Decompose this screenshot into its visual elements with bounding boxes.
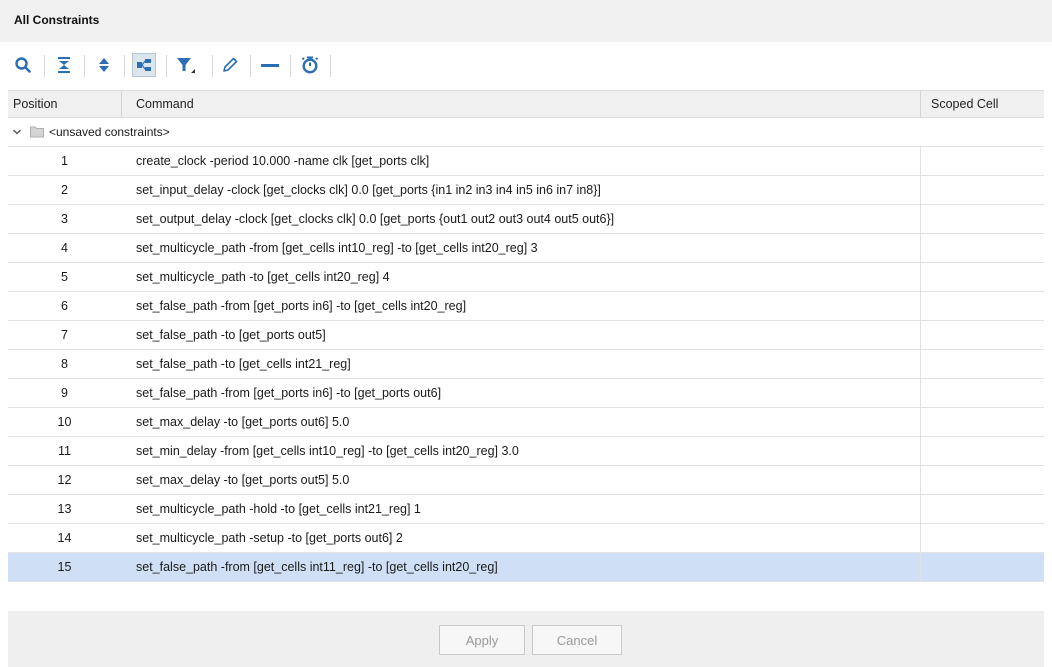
collapse-all-icon[interactable] — [52, 53, 76, 77]
expand-all-icon[interactable] — [92, 53, 116, 77]
table-row[interactable]: 14 set_multicycle_path -setup -to [get_po… — [8, 524, 1044, 553]
row-position: 11 — [58, 444, 71, 458]
table-row[interactable]: 10 set_max_delay -to [get_ports out6] 5.0 — [8, 408, 1044, 437]
row-command: set_false_path -to [get_ports out5] — [136, 328, 326, 342]
row-command: set_false_path -from [get_cells int11_re… — [136, 560, 498, 574]
row-command: set_max_delay -to [get_ports out5] 5.0 — [136, 473, 350, 487]
toolbar — [0, 42, 1052, 90]
column-header-position[interactable]: Position — [8, 91, 121, 117]
row-position: 7 — [61, 328, 68, 342]
panel-title: All Constraints — [14, 13, 100, 27]
chevron-down-icon[interactable] — [12, 126, 22, 140]
row-position: 1 — [61, 154, 68, 168]
remove-icon[interactable] — [258, 53, 282, 77]
table-row[interactable]: 5 set_multicycle_path -to [get_cells int2… — [8, 263, 1044, 292]
row-command: set_multicycle_path -setup -to [get_port… — [136, 531, 403, 545]
row-position: 13 — [57, 502, 72, 516]
row-scoped-cell — [920, 205, 1044, 233]
row-position: 14 — [57, 531, 72, 545]
row-scoped-cell — [920, 553, 1044, 581]
row-position: 12 — [57, 473, 72, 487]
dialog-footer: Apply Cancel — [8, 611, 1044, 667]
row-command: set_false_path -from [get_ports in6] -to… — [136, 386, 442, 400]
folder-icon — [30, 126, 44, 141]
table-row[interactable]: 8 set_false_path -to [get_cells int21_reg… — [8, 350, 1044, 379]
group-row-unsaved-constraints[interactable]: <unsaved constraints> — [8, 118, 1044, 147]
table-row[interactable]: 15 set_false_path -from [get_cells int11_… — [8, 553, 1044, 582]
row-command: set_input_delay -clock [get_clocks clk] … — [136, 183, 601, 197]
row-scoped-cell — [920, 321, 1044, 349]
table-row[interactable]: 4 set_multicycle_path -from [get_cells in… — [8, 234, 1044, 263]
row-command: set_min_delay -from [get_cells int10_reg… — [136, 444, 519, 458]
row-position: 10 — [57, 415, 72, 429]
row-scoped-cell — [920, 350, 1044, 378]
table-row[interactable]: 2 set_input_delay -clock [get_clocks clk]… — [8, 176, 1044, 205]
table-header: Position Command Scoped Cell — [8, 90, 1044, 118]
group-by-icon[interactable] — [132, 53, 156, 77]
row-command: create_clock -period 10.000 -name clk [g… — [136, 154, 430, 168]
constraints-table: Position Command Scoped Cell <unsaved co… — [8, 90, 1052, 610]
table-row[interactable]: 12 set_max_delay -to [get_ports out5] 5.0 — [8, 466, 1044, 495]
filter-icon[interactable] — [174, 53, 198, 77]
row-position: 4 — [61, 241, 68, 255]
row-scoped-cell — [920, 263, 1044, 291]
row-scoped-cell — [920, 379, 1044, 407]
search-icon[interactable] — [11, 53, 35, 77]
edit-icon[interactable] — [218, 53, 242, 77]
table-row[interactable]: 1 create_clock -period 10.000 -name clk [… — [8, 147, 1044, 176]
row-scoped-cell — [920, 466, 1044, 494]
panel-title-bar: All Constraints — [0, 0, 1052, 42]
row-scoped-cell — [920, 495, 1044, 523]
column-header-command[interactable]: Command — [131, 91, 921, 117]
table-row[interactable]: 3 set_output_delay -clock [get_clocks clk… — [8, 205, 1044, 234]
row-position: 3 — [61, 212, 68, 226]
table-body: 1 create_clock -period 10.000 -name clk [… — [8, 147, 1044, 582]
row-scoped-cell — [920, 524, 1044, 552]
row-position: 8 — [61, 357, 68, 371]
row-command: set_multicycle_path -to [get_cells int20… — [136, 270, 390, 284]
table-row[interactable]: 11 set_min_delay -from [get_cells int10_r… — [8, 437, 1044, 466]
row-command: set_false_path -from [get_ports in6] -to… — [136, 299, 467, 313]
row-scoped-cell — [920, 437, 1044, 465]
row-command: set_output_delay -clock [get_clocks clk]… — [136, 212, 615, 226]
timer-icon[interactable] — [298, 53, 322, 77]
table-row[interactable]: 9 set_false_path -from [get_ports in6] -t… — [8, 379, 1044, 408]
row-command: set_multicycle_path -from [get_cells int… — [136, 241, 538, 255]
row-command: set_false_path -to [get_cells int21_reg] — [136, 357, 351, 371]
row-position: 2 — [61, 183, 68, 197]
row-position: 15 — [57, 560, 72, 574]
row-scoped-cell — [920, 147, 1044, 175]
row-command: set_multicycle_path -hold -to [get_cells… — [136, 502, 421, 516]
row-scoped-cell — [920, 292, 1044, 320]
table-row[interactable]: 7 set_false_path -to [get_ports out5] — [8, 321, 1044, 350]
row-scoped-cell — [920, 408, 1044, 436]
column-header-scoped-cell[interactable]: Scoped Cell — [926, 91, 1044, 117]
row-position: 5 — [61, 270, 68, 284]
row-position: 9 — [61, 386, 68, 400]
row-command: set_max_delay -to [get_ports out6] 5.0 — [136, 415, 350, 429]
row-scoped-cell — [920, 176, 1044, 204]
table-row[interactable]: 13 set_multicycle_path -hold -to [get_cel… — [8, 495, 1044, 524]
group-label: <unsaved constraints> — [49, 125, 170, 139]
cancel-button[interactable]: Cancel — [532, 625, 622, 655]
table-row[interactable]: 6 set_false_path -from [get_ports in6] -t… — [8, 292, 1044, 321]
row-position: 6 — [61, 299, 68, 313]
apply-button[interactable]: Apply — [439, 625, 525, 655]
row-scoped-cell — [920, 234, 1044, 262]
